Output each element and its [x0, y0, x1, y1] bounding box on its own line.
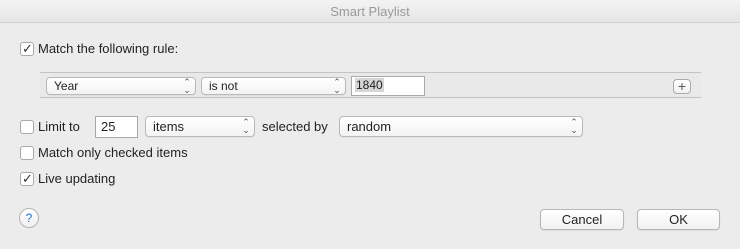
help-button[interactable]: ? — [19, 208, 39, 228]
limit-label: Limit to — [38, 119, 80, 134]
selected-by-popup[interactable]: random ⌃ ⌄ — [339, 116, 583, 137]
cancel-button[interactable]: Cancel — [540, 209, 624, 230]
limit-unit-popup[interactable]: items ⌃ ⌄ — [145, 116, 255, 137]
rule-field-popup[interactable]: Year ⌃ ⌄ — [46, 77, 196, 95]
rule-value-field[interactable]: 1840 — [351, 76, 425, 96]
live-updating-checkbox[interactable]: ✓ — [20, 171, 34, 186]
checkmark-icon: ✓ — [22, 171, 33, 186]
match-checked-checkbox[interactable] — [20, 146, 34, 160]
checkmark-icon: ✓ — [22, 41, 33, 56]
live-updating-label: Live updating — [38, 171, 116, 186]
question-icon: ? — [25, 211, 33, 225]
rule-field-value: Year — [54, 79, 79, 93]
rule-operator-value: is not — [209, 79, 238, 93]
chevron-updown-icon: ⌃ ⌄ — [333, 77, 341, 95]
limit-checkbox[interactable] — [20, 120, 34, 134]
add-rule-button[interactable]: + — [673, 79, 691, 94]
limit-unit-value: items — [153, 119, 185, 134]
rule-value-text: 1840 — [355, 78, 384, 92]
chevron-updown-icon: ⌃ ⌄ — [183, 77, 191, 95]
chevron-updown-icon: ⌃ ⌄ — [570, 117, 578, 135]
match-checked-label: Match only checked items — [38, 145, 188, 160]
rule-operator-popup[interactable]: is not ⌃ ⌄ — [201, 77, 346, 95]
match-rule-label: Match the following rule: — [38, 41, 179, 56]
selected-by-label: selected by — [262, 119, 328, 134]
window-title: Smart Playlist — [0, 0, 740, 23]
match-rule-checkbox[interactable]: ✓ — [20, 41, 34, 56]
plus-icon: + — [677, 78, 687, 94]
chevron-updown-icon: ⌃ ⌄ — [242, 117, 250, 135]
limit-amount-field[interactable]: 25 — [95, 116, 138, 138]
selected-by-value: random — [347, 119, 392, 134]
ok-button[interactable]: OK — [637, 209, 720, 230]
